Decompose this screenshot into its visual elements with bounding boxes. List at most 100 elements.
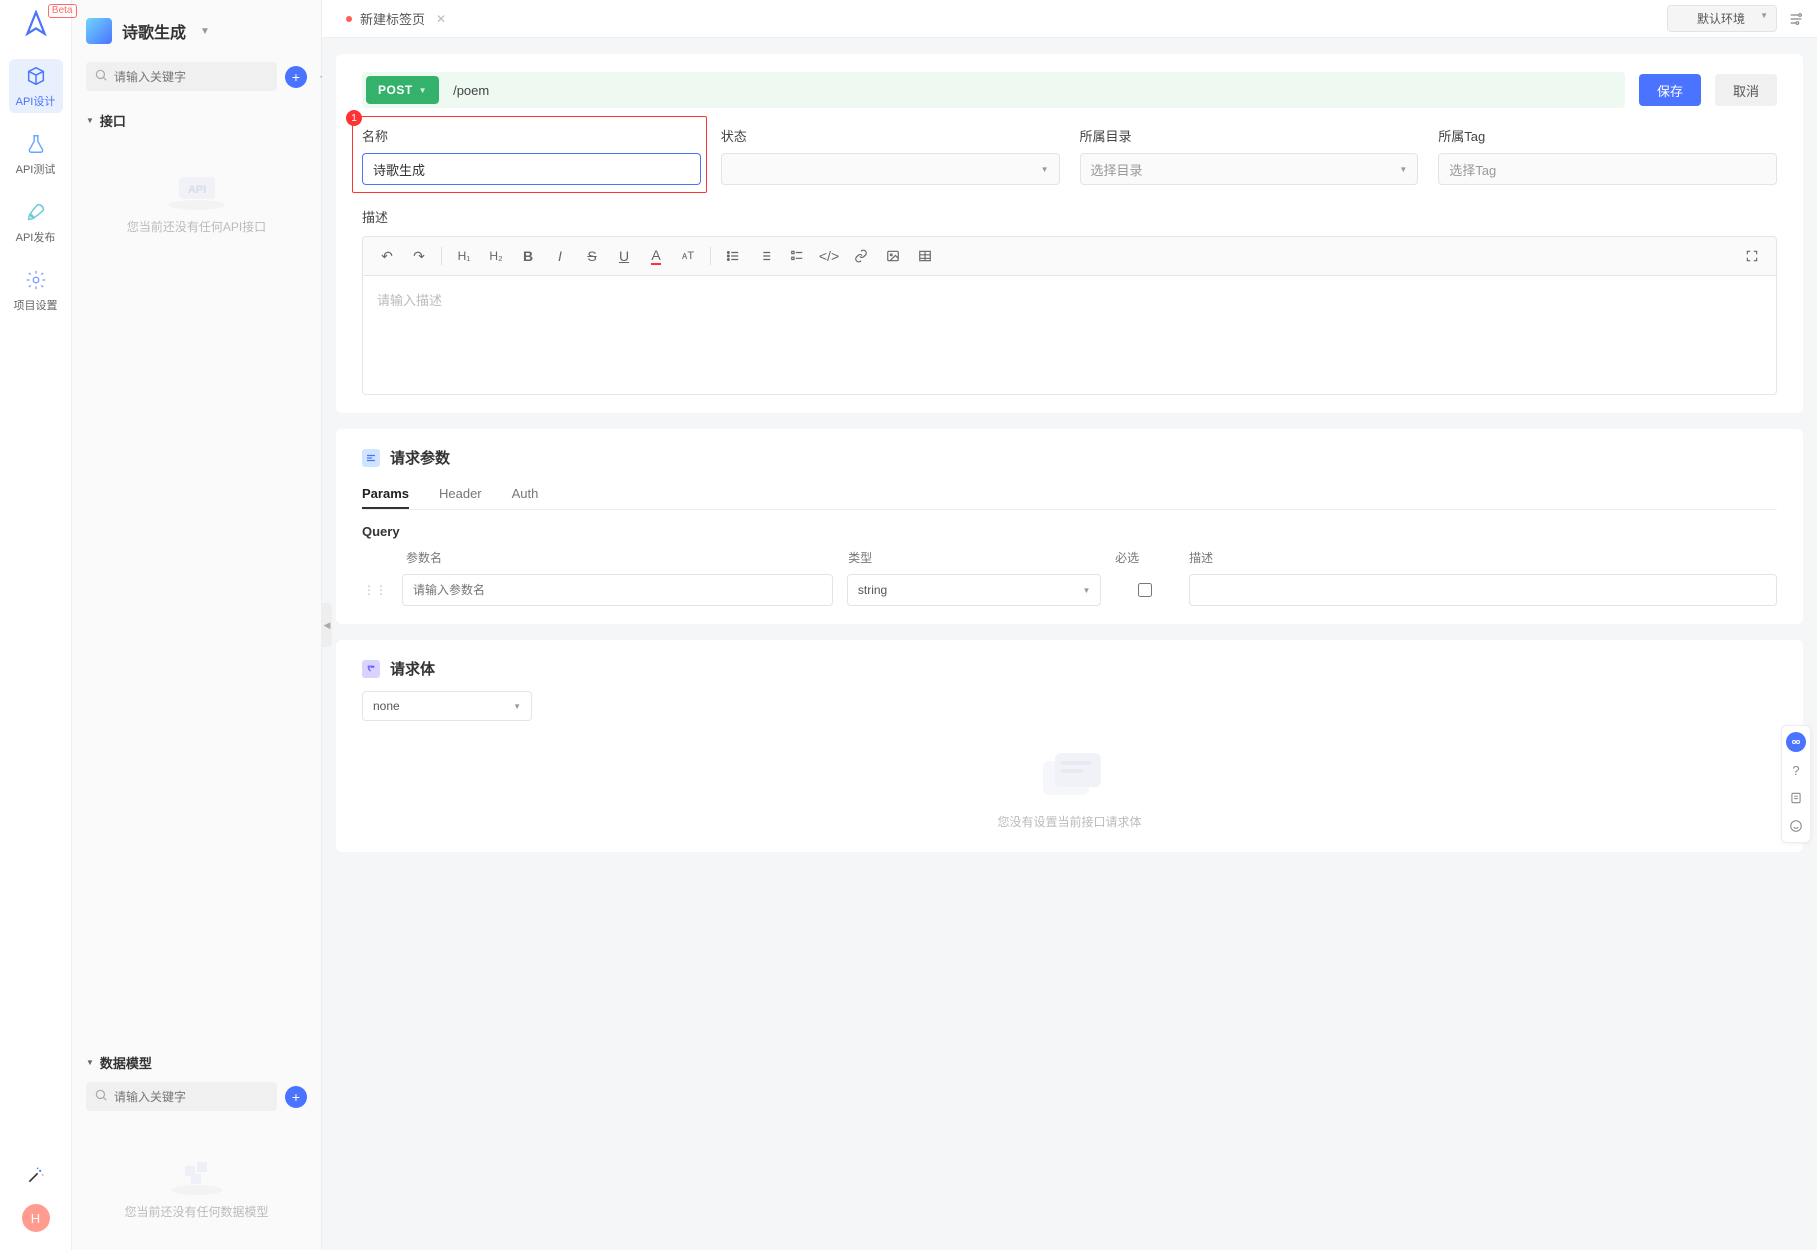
beta-badge: Beta bbox=[48, 4, 77, 18]
section-title: 请求参数 bbox=[390, 447, 450, 468]
desc-label: 描述 bbox=[362, 207, 1777, 226]
editor-toolbar: ↶ ↷ H₁ H₂ B I S U A ᴀT bbox=[362, 236, 1777, 275]
project-name: 诗歌生成 bbox=[122, 19, 186, 43]
redo-icon[interactable]: ↷ bbox=[405, 243, 433, 269]
image-icon[interactable] bbox=[879, 243, 907, 269]
notes-icon[interactable] bbox=[1786, 788, 1806, 808]
param-type-select[interactable]: string ▼ bbox=[847, 574, 1102, 606]
collapse-sidebar-handle[interactable]: ◀ bbox=[322, 603, 332, 647]
chevron-down-icon: ▼ bbox=[513, 702, 521, 711]
cancel-button[interactable]: 取消 bbox=[1715, 74, 1777, 106]
empty-illustration-icon bbox=[1025, 743, 1115, 813]
col-type: 类型 bbox=[848, 549, 1101, 566]
underline-icon[interactable]: U bbox=[610, 243, 638, 269]
bold-icon[interactable]: B bbox=[514, 243, 542, 269]
subtab-params[interactable]: Params bbox=[362, 480, 409, 509]
cube-icon bbox=[23, 63, 49, 89]
tag-label: 所属Tag bbox=[1438, 126, 1777, 145]
font-size-icon[interactable]: ᴀT bbox=[674, 243, 702, 269]
body-type-select[interactable]: none ▼ bbox=[362, 691, 532, 721]
table-icon[interactable] bbox=[911, 243, 939, 269]
search-input[interactable] bbox=[114, 70, 269, 84]
close-icon[interactable]: ✕ bbox=[433, 11, 449, 27]
rail-api-test[interactable]: API测试 bbox=[9, 127, 63, 181]
help-dock: ? bbox=[1781, 725, 1811, 843]
param-row: ⋮⋮ string ▼ bbox=[362, 574, 1777, 606]
checklist-icon[interactable] bbox=[783, 243, 811, 269]
undo-icon[interactable]: ↶ bbox=[373, 243, 401, 269]
sidebar-section-interfaces[interactable]: ▼ 接口 bbox=[86, 105, 307, 136]
avatar[interactable]: H bbox=[22, 1204, 50, 1232]
rail-project-settings[interactable]: 项目设置 bbox=[9, 263, 63, 317]
query-label: Query bbox=[362, 524, 1777, 539]
dir-select[interactable]: 选择目录 ▼ bbox=[1080, 153, 1419, 185]
col-name: 参数名 bbox=[406, 549, 834, 566]
add-model-button[interactable]: + bbox=[285, 1086, 307, 1108]
code-icon[interactable]: </> bbox=[815, 243, 843, 269]
body-empty: 您没有设置当前接口请求体 bbox=[362, 739, 1777, 834]
smile-icon[interactable] bbox=[1786, 816, 1806, 836]
col-desc: 描述 bbox=[1189, 549, 1773, 566]
svg-text:API: API bbox=[187, 184, 205, 196]
params-section-icon bbox=[362, 449, 380, 467]
magic-wand-icon[interactable] bbox=[26, 1165, 46, 1190]
status-select[interactable]: ▼ bbox=[721, 153, 1060, 185]
empty-illustration-icon bbox=[152, 1143, 242, 1203]
search-models-input[interactable] bbox=[114, 1090, 269, 1104]
empty-models: 您当前还没有任何数据模型 bbox=[72, 1121, 321, 1250]
rail-api-publish[interactable]: API发布 bbox=[9, 195, 63, 249]
desc-editor[interactable]: 请输入描述 bbox=[362, 275, 1777, 395]
ul-icon[interactable] bbox=[719, 243, 747, 269]
subtab-auth[interactable]: Auth bbox=[512, 480, 539, 509]
add-interface-button[interactable]: + bbox=[285, 66, 307, 88]
search-models[interactable] bbox=[86, 1082, 277, 1111]
fullscreen-icon[interactable] bbox=[1738, 243, 1766, 269]
name-label: 名称 bbox=[362, 126, 701, 145]
env-select[interactable]: 默认环境 ▼ bbox=[1667, 5, 1777, 32]
name-input[interactable] bbox=[362, 153, 701, 185]
tab-new[interactable]: 新建标签页 ✕ bbox=[332, 0, 463, 37]
drag-handle-icon[interactable]: ⋮⋮ bbox=[362, 583, 388, 597]
search-interfaces[interactable] bbox=[86, 62, 277, 91]
subtab-header[interactable]: Header bbox=[439, 480, 482, 509]
rail-label: 项目设置 bbox=[14, 297, 58, 313]
sidebar-section-models[interactable]: ▼ 数据模型 bbox=[86, 1047, 307, 1078]
font-color-icon[interactable]: A bbox=[642, 243, 670, 269]
chevron-down-icon: ▼ bbox=[1083, 586, 1091, 595]
param-required-checkbox[interactable] bbox=[1138, 583, 1152, 597]
link-icon[interactable] bbox=[847, 243, 875, 269]
rail-label: API发布 bbox=[16, 229, 56, 245]
rail-api-design[interactable]: API设计 bbox=[9, 59, 63, 113]
param-desc-input[interactable] bbox=[1189, 574, 1777, 606]
method-select[interactable]: POST ▼ bbox=[366, 76, 439, 104]
project-header[interactable]: 诗歌生成 ▼ bbox=[72, 0, 321, 62]
rail-label: API测试 bbox=[16, 161, 56, 177]
strikethrough-icon[interactable]: S bbox=[578, 243, 606, 269]
col-required: 必选 bbox=[1115, 549, 1175, 566]
step-badge: 1 bbox=[346, 110, 362, 126]
rail-label: API设计 bbox=[16, 93, 56, 109]
save-button[interactable]: 保存 bbox=[1639, 74, 1701, 106]
param-name-input[interactable] bbox=[402, 574, 833, 606]
unsaved-dot-icon bbox=[346, 16, 352, 22]
tag-select[interactable]: 选择Tag bbox=[1438, 153, 1777, 185]
app-logo[interactable]: Beta bbox=[23, 10, 49, 39]
chevron-down-icon: ▼ bbox=[1399, 165, 1407, 174]
empty-interfaces: API 您当前还没有任何API接口 bbox=[86, 136, 307, 257]
flask-icon bbox=[23, 131, 49, 157]
section-title: 请求体 bbox=[390, 658, 435, 679]
ol-icon[interactable] bbox=[751, 243, 779, 269]
path-input[interactable] bbox=[453, 83, 1615, 98]
body-section-icon bbox=[362, 660, 380, 678]
search-icon bbox=[94, 1088, 108, 1105]
heading2-icon[interactable]: H₂ bbox=[482, 243, 510, 269]
assistant-icon[interactable] bbox=[1786, 732, 1806, 752]
search-icon bbox=[94, 68, 108, 85]
dir-label: 所属目录 bbox=[1080, 126, 1419, 145]
chevron-down-icon: ▼ bbox=[86, 116, 94, 125]
help-icon[interactable]: ? bbox=[1786, 760, 1806, 780]
env-settings-icon[interactable] bbox=[1785, 8, 1807, 30]
italic-icon[interactable]: I bbox=[546, 243, 574, 269]
chevron-down-icon: ▼ bbox=[200, 26, 210, 37]
heading1-icon[interactable]: H₁ bbox=[450, 243, 478, 269]
